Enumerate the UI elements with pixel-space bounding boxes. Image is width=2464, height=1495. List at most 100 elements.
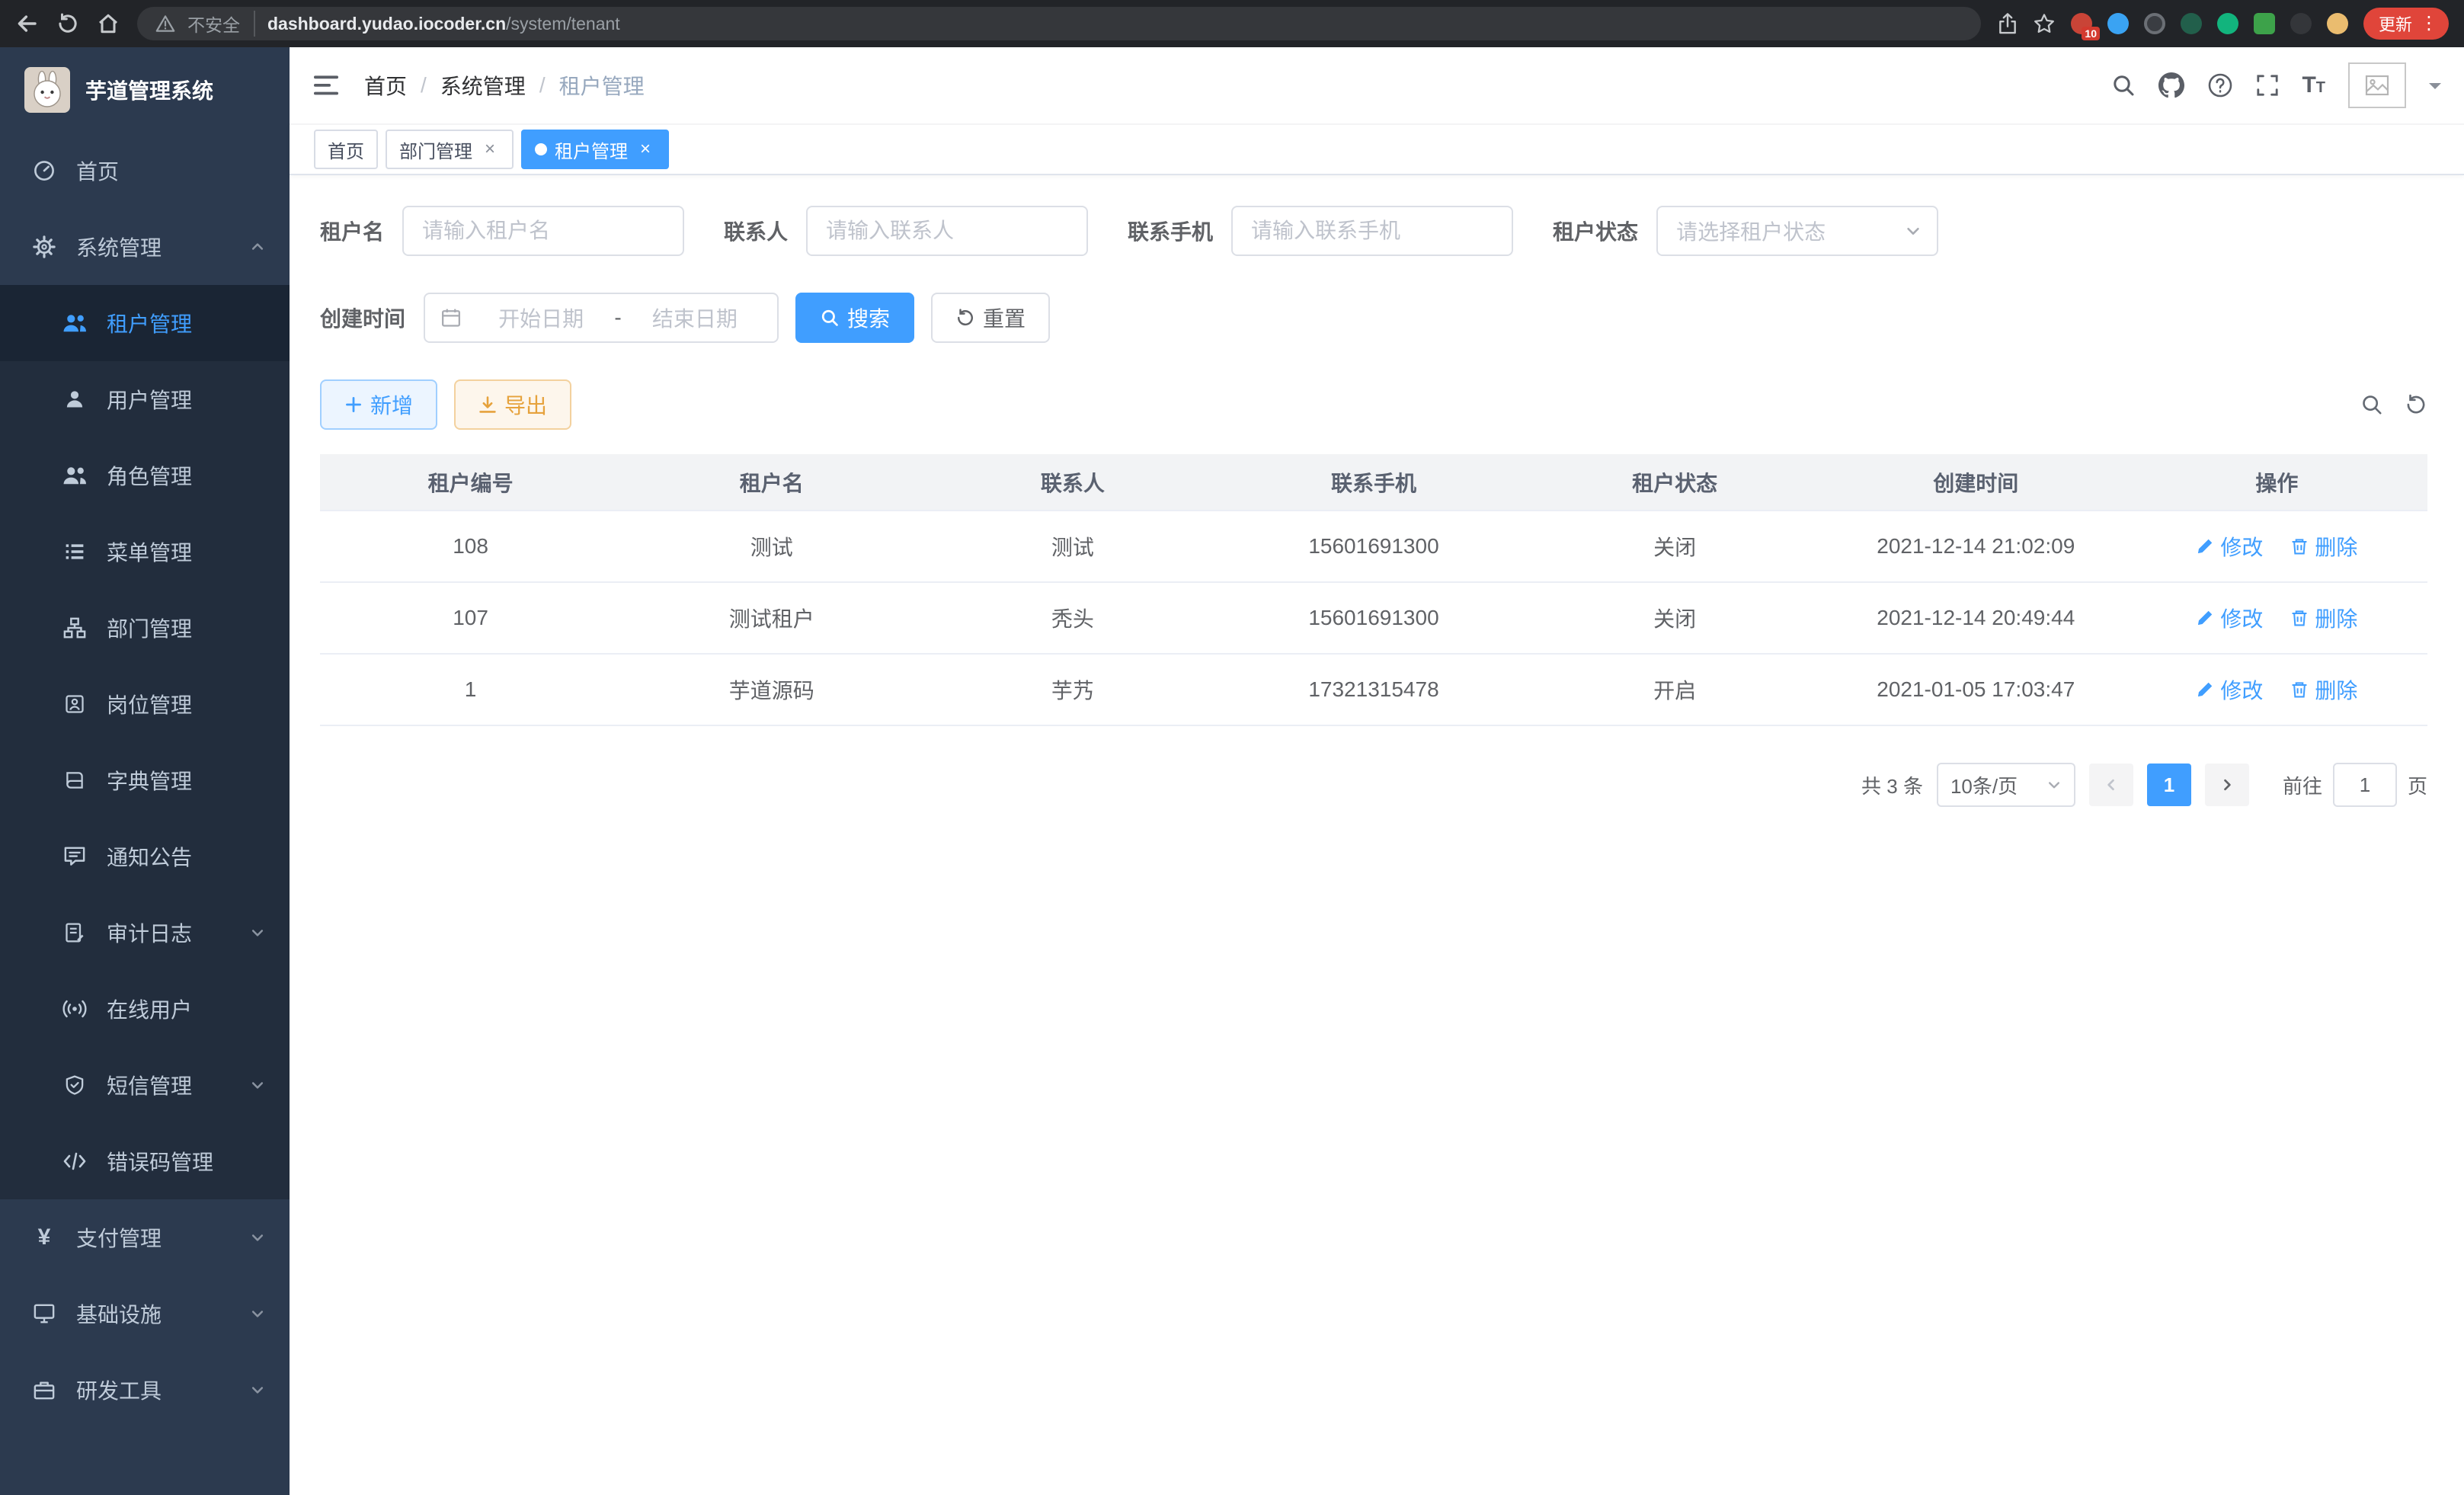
browser-chrome: 不安全 dashboard.yudao.iocoder.cn/system/te… — [0, 0, 2464, 47]
breadcrumb-home[interactable]: 首页 — [364, 70, 407, 101]
edit-button[interactable]: 修改 — [2196, 603, 2263, 633]
sidebar-item-label: 通知公告 — [107, 841, 192, 872]
extension-icon-1[interactable]: 10 — [2071, 13, 2092, 34]
bookmark-star-icon[interactable] — [2033, 12, 2056, 35]
share-icon[interactable] — [1998, 12, 2018, 35]
browser-back-button[interactable] — [15, 11, 40, 36]
sidebar-item-label: 审计日志 — [107, 917, 192, 948]
browser-update-button[interactable]: 更新 ⋮ — [2363, 8, 2449, 40]
sidebar-item-post[interactable]: 岗位管理 — [0, 666, 290, 742]
edit-label: 修改 — [2220, 674, 2263, 705]
security-label[interactable]: 不安全 — [187, 11, 255, 37]
phone-input[interactable] — [1231, 206, 1513, 256]
cell-tenant-name: 芋道源码 — [621, 654, 922, 725]
delete-button[interactable]: 删除 — [2290, 531, 2357, 562]
breadcrumb-current: 租户管理 — [559, 70, 645, 101]
cell-tenant-name: 测试租户 — [621, 582, 922, 654]
sidebar-item-user[interactable]: 用户管理 — [0, 361, 290, 437]
address-bar[interactable]: 不安全 dashboard.yudao.iocoder.cn/system/te… — [137, 7, 1981, 40]
monitor-icon — [32, 1301, 56, 1326]
table-header-row: 租户编号 租户名 联系人 联系手机 租户状态 创建时间 操作 — [320, 454, 2427, 511]
sidebar-item-infrastructure[interactable]: 基础设施 — [0, 1276, 290, 1352]
search-icon[interactable] — [2111, 73, 2136, 98]
next-page-button[interactable] — [2205, 764, 2249, 806]
help-icon[interactable] — [2207, 72, 2233, 98]
sidebar-item-notice[interactable]: 通知公告 — [0, 818, 290, 895]
sidebar-item-sms[interactable]: 短信管理 — [0, 1047, 290, 1123]
fullscreen-icon[interactable] — [2256, 74, 2279, 97]
user-avatar-broken-image[interactable] — [2348, 62, 2406, 108]
add-button-label: 新增 — [370, 389, 413, 420]
toggle-search-icon[interactable] — [2360, 393, 2383, 416]
sidebar-item-label: 研发工具 — [76, 1375, 162, 1405]
top-navbar: 首页 / 系统管理 / 租户管理 TT — [290, 47, 2464, 123]
page-unit-label: 页 — [2408, 771, 2427, 799]
profile-avatar-icon[interactable] — [2327, 13, 2348, 34]
close-tab-icon[interactable]: × — [480, 139, 500, 159]
calendar-icon — [440, 307, 462, 328]
browser-home-button[interactable] — [96, 11, 120, 36]
sidebar-item-audit-log[interactable]: 审计日志 — [0, 895, 290, 971]
prev-page-button[interactable] — [2089, 764, 2133, 806]
tab-tenant[interactable]: 租户管理 × — [521, 130, 669, 169]
add-button[interactable]: 新增 — [320, 379, 437, 430]
extension-icon-5[interactable] — [2217, 13, 2238, 34]
extension-icon-4[interactable] — [2181, 13, 2202, 34]
sidebar-item-tenant[interactable]: 租户管理 — [0, 285, 290, 361]
sidebar-item-dev-tools[interactable]: 研发工具 — [0, 1352, 290, 1428]
avatar-caret-down-icon[interactable] — [2429, 83, 2441, 95]
app-title: 芋道管理系统 — [85, 75, 213, 105]
sidebar-item-system[interactable]: 系统管理 — [0, 209, 290, 285]
tab-dept[interactable]: 部门管理 × — [386, 130, 514, 169]
reset-button[interactable]: 重置 — [931, 293, 1050, 343]
tenant-status-select[interactable]: 请选择租户状态 — [1656, 206, 1938, 256]
col-status: 租户状态 — [1525, 454, 1826, 511]
tenant-name-input[interactable] — [402, 206, 684, 256]
breadcrumb: 首页 / 系统管理 / 租户管理 — [364, 70, 645, 101]
chevron-down-icon — [1905, 222, 1922, 239]
page-size-select[interactable]: 10条/页 — [1937, 763, 2075, 807]
sidebar-item-online-users[interactable]: 在线用户 — [0, 971, 290, 1047]
refresh-table-icon[interactable] — [2405, 393, 2427, 416]
code-icon — [62, 1149, 87, 1173]
breadcrumb-system[interactable]: 系统管理 — [440, 70, 526, 101]
sidebar-item-label: 菜单管理 — [107, 536, 192, 567]
online-signal-icon — [62, 997, 87, 1021]
sidebar-item-menu[interactable]: 菜单管理 — [0, 514, 290, 590]
extension-icon-7[interactable] — [2290, 13, 2312, 34]
sidebar-item-dept[interactable]: 部门管理 — [0, 590, 290, 666]
sidebar-item-home[interactable]: 首页 — [0, 133, 290, 209]
sidebar-item-error-code[interactable]: 错误码管理 — [0, 1123, 290, 1199]
edit-label: 修改 — [2220, 531, 2263, 562]
browser-menu-icon[interactable]: ⋮ — [2420, 14, 2438, 33]
sidebar-item-dict[interactable]: 字典管理 — [0, 742, 290, 818]
delete-button[interactable]: 删除 — [2290, 674, 2357, 705]
edit-button[interactable]: 修改 — [2196, 674, 2263, 705]
create-time-range-picker[interactable]: 开始日期 - 结束日期 — [424, 293, 779, 343]
sidebar-menu: 首页 系统管理 租户管理 — [0, 133, 290, 1428]
contact-input[interactable] — [806, 206, 1088, 256]
date-start-placeholder: 开始日期 — [474, 303, 608, 333]
extension-icon-6[interactable] — [2254, 13, 2275, 34]
filter-phone: 联系手机 — [1128, 206, 1513, 256]
delete-button[interactable]: 删除 — [2290, 603, 2357, 633]
font-size-icon[interactable]: TT — [2302, 74, 2325, 97]
extension-icon-2[interactable] — [2107, 13, 2129, 34]
browser-refresh-button[interactable] — [56, 12, 79, 35]
search-button[interactable]: 搜索 — [795, 293, 914, 343]
status-label: 租户状态 — [1553, 216, 1638, 246]
extension-icon-3[interactable] — [2144, 13, 2165, 34]
sidebar-item-payment[interactable]: ¥ 支付管理 — [0, 1199, 290, 1276]
goto-page-input[interactable] — [2333, 763, 2397, 807]
export-button[interactable]: 导出 — [454, 379, 571, 430]
collapse-sidebar-icon[interactable] — [312, 74, 340, 97]
sidebar-item-role[interactable]: 角色管理 — [0, 437, 290, 514]
tab-home[interactable]: 首页 — [314, 130, 378, 169]
app-logo[interactable]: 芋道管理系统 — [0, 47, 290, 133]
page-number-1[interactable]: 1 — [2147, 764, 2191, 806]
extension-badge: 10 — [2082, 27, 2100, 40]
edit-button[interactable]: 修改 — [2196, 531, 2263, 562]
close-tab-icon[interactable]: × — [635, 139, 655, 159]
sidebar-item-label: 基础设施 — [76, 1298, 162, 1329]
github-icon[interactable] — [2158, 72, 2184, 98]
